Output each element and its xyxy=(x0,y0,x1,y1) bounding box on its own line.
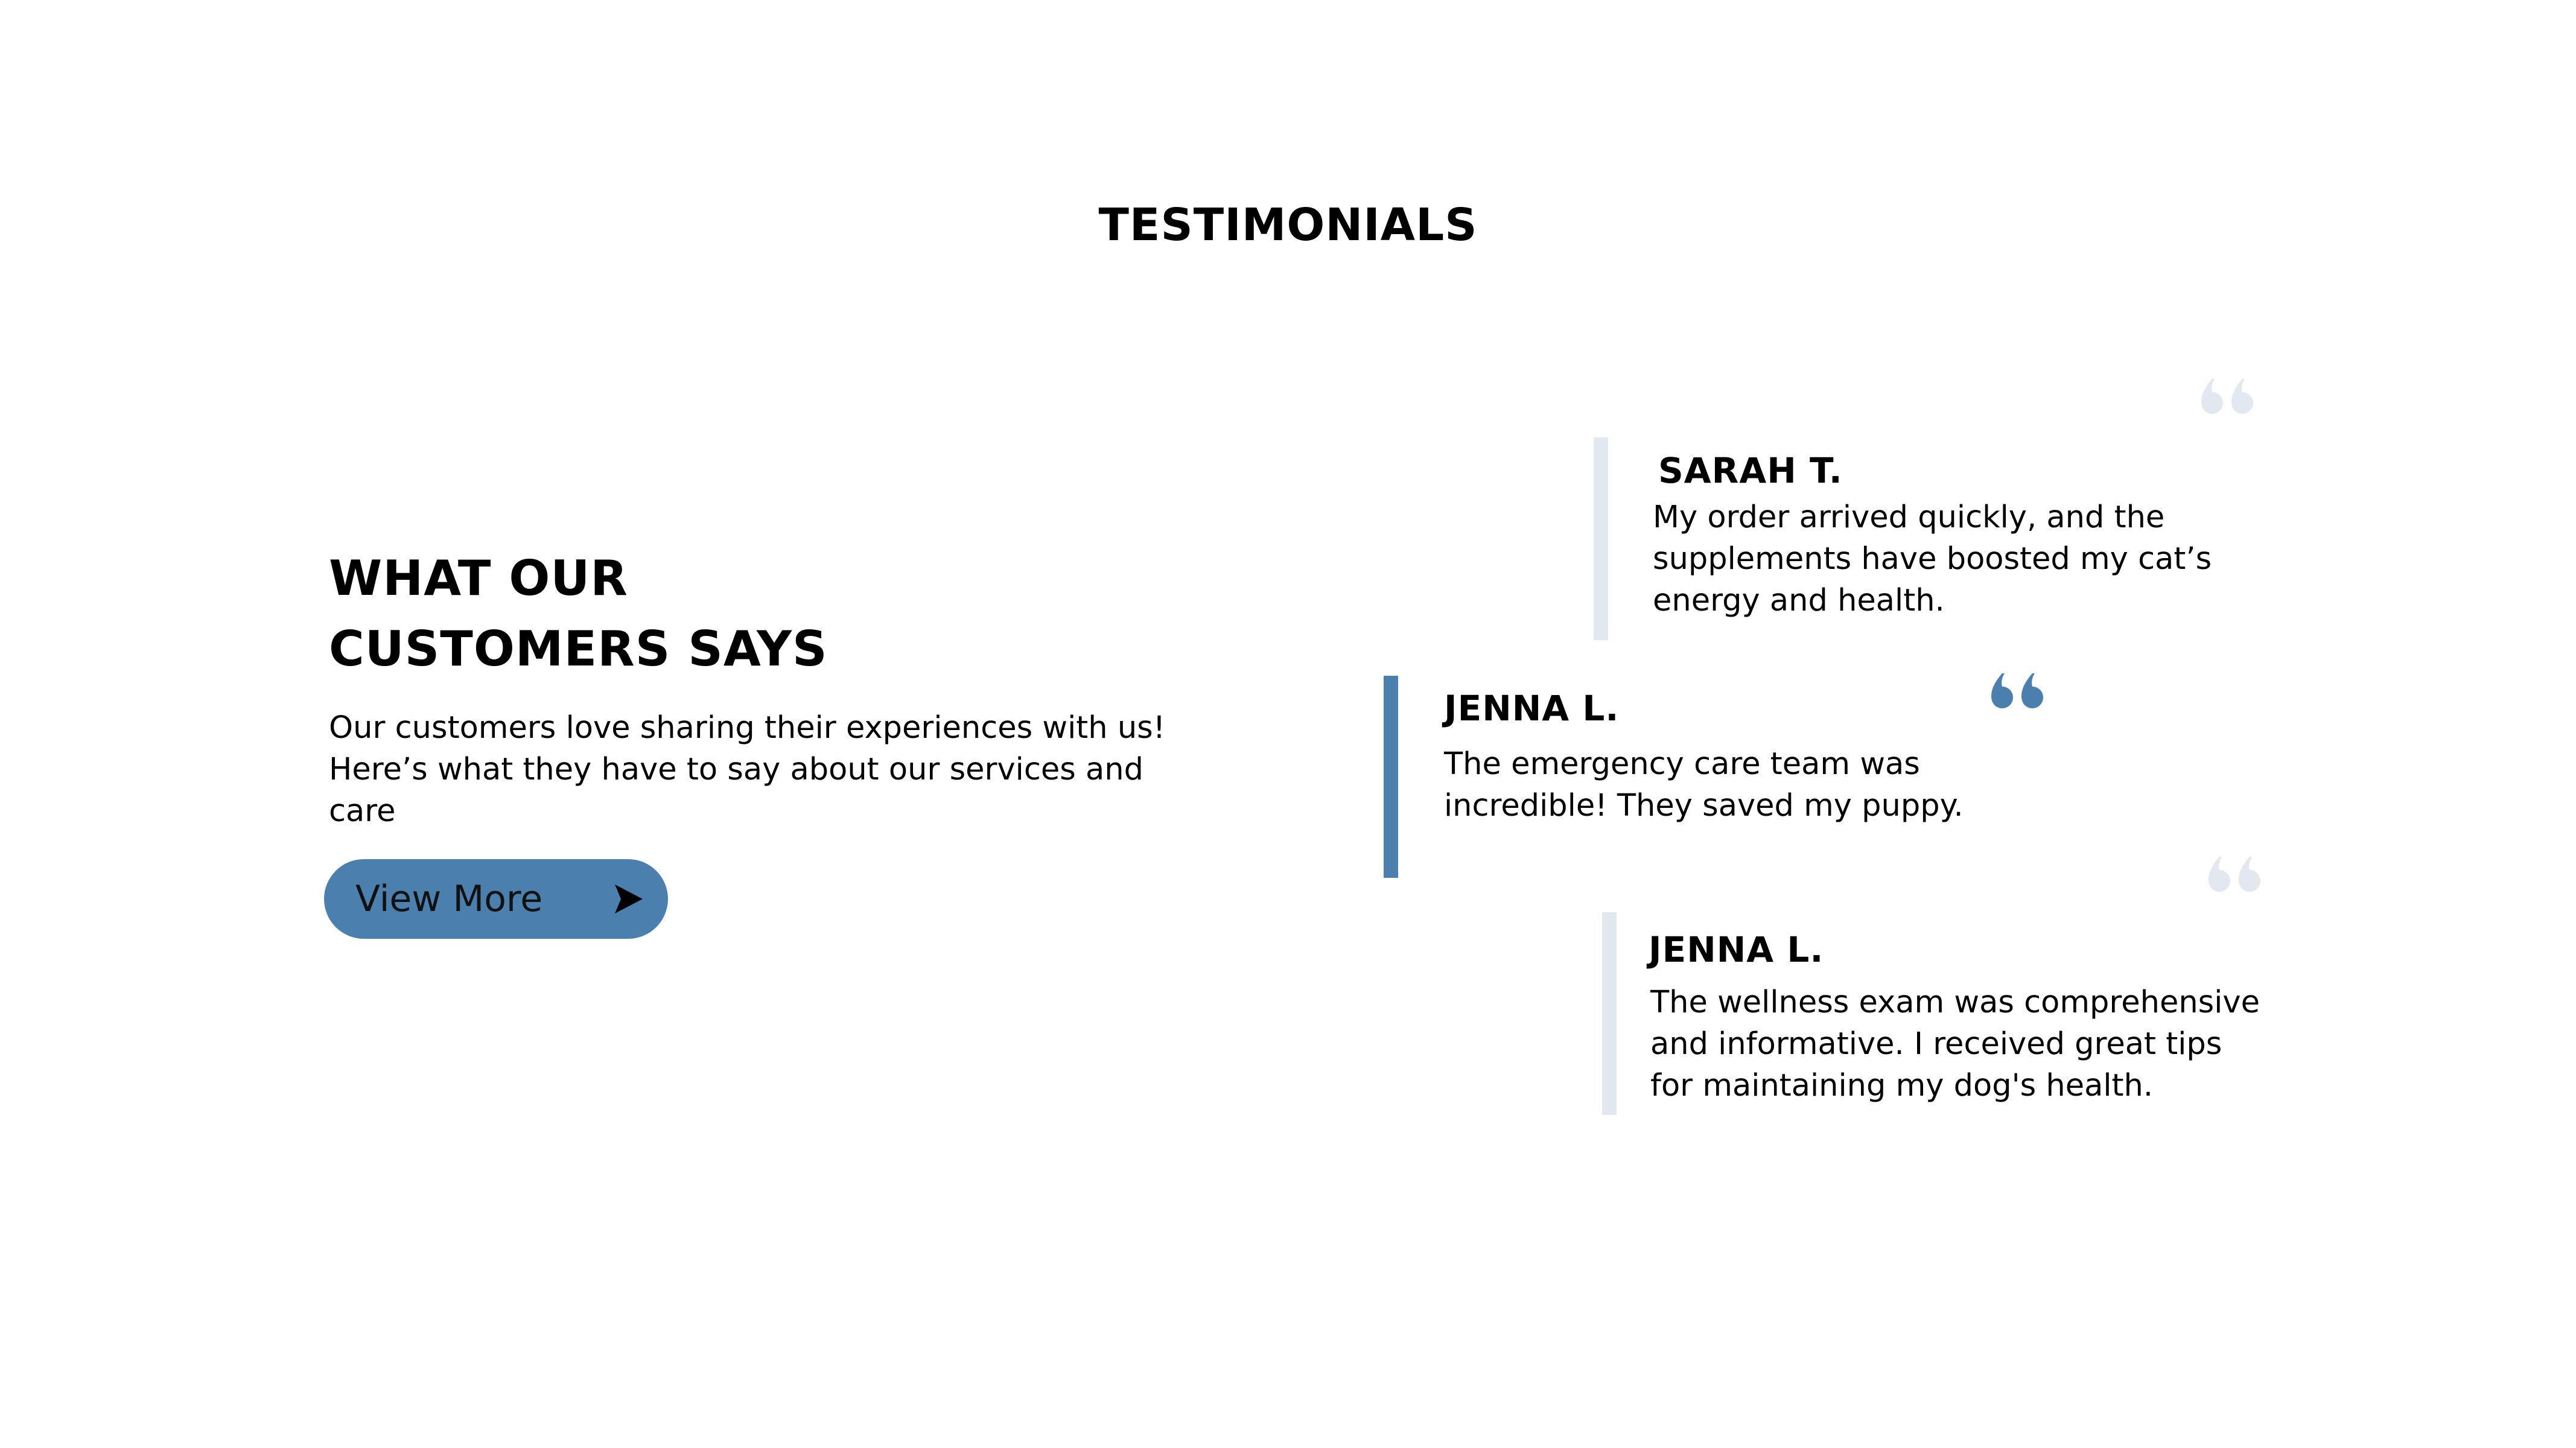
view-more-button[interactable]: View More xyxy=(324,859,668,939)
section-title: TESTIMONIALS xyxy=(1098,199,1478,251)
intro-heading-line2: CUSTOMERS SAYS xyxy=(329,621,828,677)
testimonial-text: The emergency care team was incredible! … xyxy=(1444,746,1964,824)
testimonial-name: JENNA L. xyxy=(1444,688,1620,729)
testimonial-card-sarah: SARAH T. My order arrived quickly, and t… xyxy=(1594,437,2263,640)
quote-icon xyxy=(2209,857,2260,892)
view-more-label: View More xyxy=(355,878,543,920)
intro-heading-line1: WHAT OUR xyxy=(329,550,628,606)
arrow-right-icon xyxy=(615,884,643,913)
testimonial-text: My order arrived quickly, and the supple… xyxy=(1653,500,2212,618)
testimonial-text: The wellness exam was comprehensive and … xyxy=(1650,985,2260,1103)
testimonial-name: SARAH T. xyxy=(1658,450,1843,491)
testimonial-card-jenna-2: JENNA L. The wellness exam was comprehen… xyxy=(1602,912,2272,1115)
quote-icon xyxy=(2201,379,2253,414)
card-accent-bar xyxy=(1594,437,1608,640)
intro-block: WHAT OUR CUSTOMERS SAYS Our customers lo… xyxy=(329,543,1204,832)
intro-heading: WHAT OUR CUSTOMERS SAYS xyxy=(329,543,1204,684)
intro-text: Our customers love sharing their experie… xyxy=(329,710,1166,829)
card-accent-bar xyxy=(1602,912,1617,1115)
card-accent-bar xyxy=(1384,676,1398,878)
testimonial-name: JENNA L. xyxy=(1649,929,1824,970)
testimonial-card-jenna-1: JENNA L. The emergency care team was inc… xyxy=(1384,676,1987,878)
quote-icon xyxy=(1991,673,2043,708)
